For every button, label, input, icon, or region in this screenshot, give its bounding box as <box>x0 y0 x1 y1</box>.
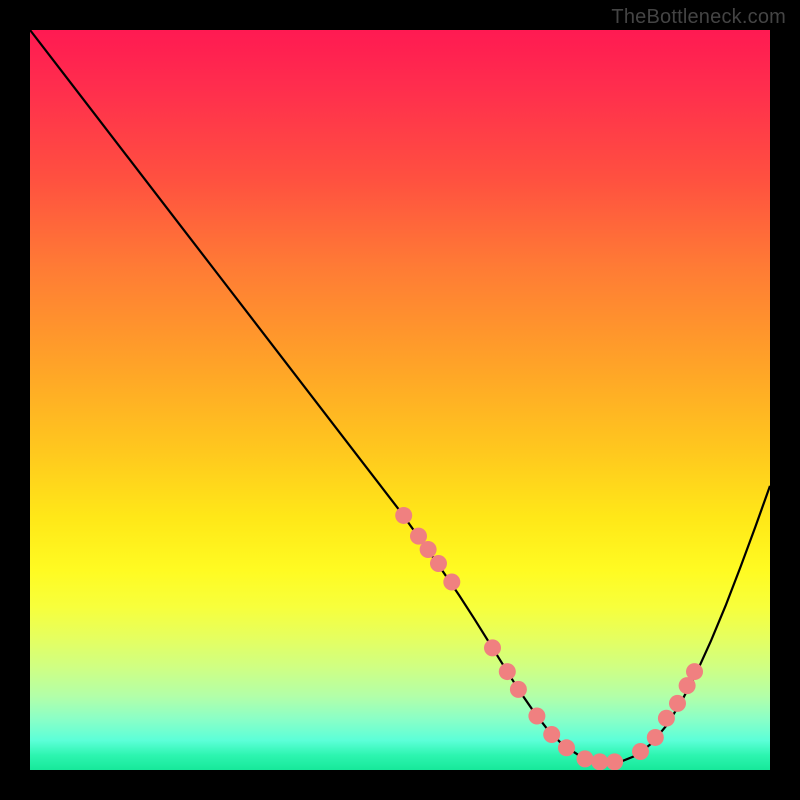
marker-dot <box>632 743 649 760</box>
marker-dot <box>647 729 664 746</box>
marker-dot <box>543 726 560 743</box>
marker-dot <box>528 707 545 724</box>
marker-dot <box>499 663 516 680</box>
watermark-text: TheBottleneck.com <box>611 6 786 29</box>
chart-area <box>30 30 770 770</box>
marker-dot <box>558 739 575 756</box>
marker-dot <box>395 507 412 524</box>
marker-dot <box>510 681 527 698</box>
marker-dot <box>686 663 703 680</box>
marker-dot <box>606 753 623 770</box>
marker-dot <box>669 695 686 712</box>
chart-svg <box>30 30 770 770</box>
curve-markers <box>395 507 703 770</box>
marker-dot <box>430 555 447 572</box>
marker-dot <box>443 574 460 591</box>
marker-dot <box>420 541 437 558</box>
marker-dot <box>484 639 501 656</box>
bottleneck-curve <box>30 30 770 763</box>
marker-dot <box>577 750 594 767</box>
marker-dot <box>658 710 675 727</box>
marker-dot <box>591 753 608 770</box>
